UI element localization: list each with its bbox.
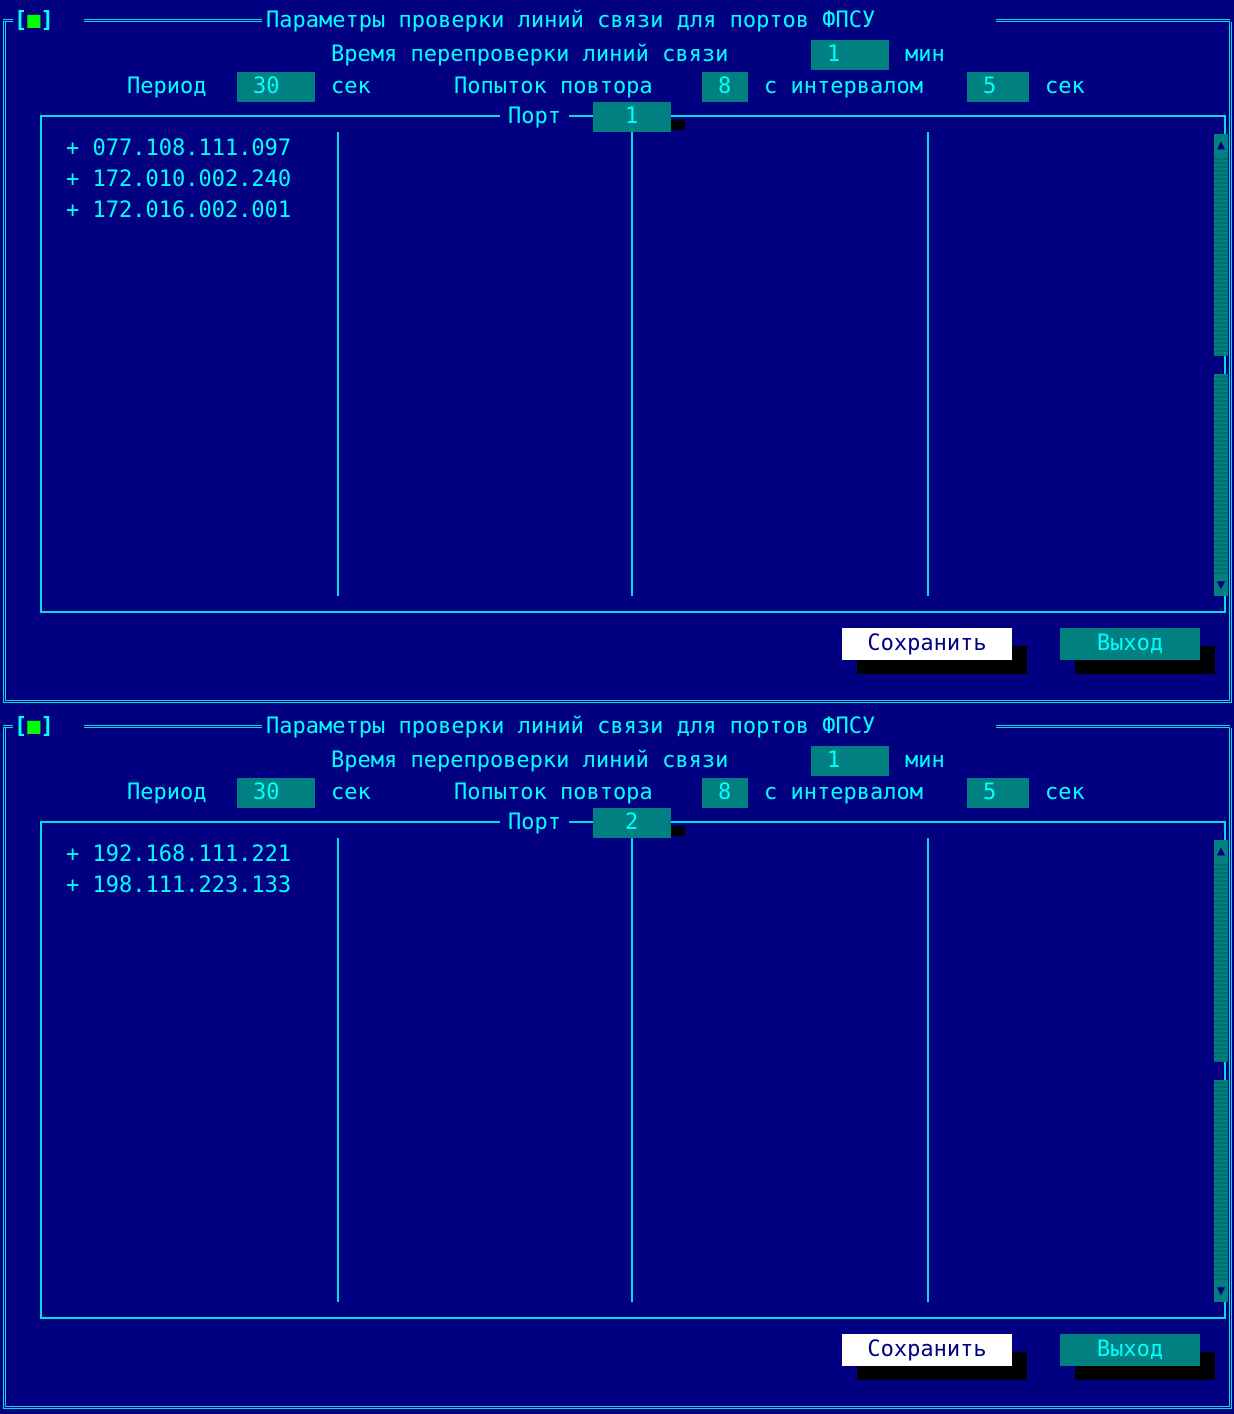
scrollbar-track[interactable] (1214, 374, 1228, 574)
period-input[interactable]: 30 (237, 72, 315, 102)
recheck-input[interactable]: 1 (811, 746, 889, 776)
scrollbar-track[interactable] (1214, 156, 1228, 356)
interval-label: с интервалом (764, 74, 923, 99)
list-item[interactable]: + 172.016.002.001 (66, 195, 291, 226)
column-divider (631, 838, 633, 1302)
period-unit: сек (331, 74, 371, 99)
title-rule-right (996, 725, 1230, 728)
port-input-shadow (671, 826, 685, 836)
port-input[interactable]: 1 (593, 102, 671, 132)
recheck-label: Время перепроверки линий связи (331, 748, 729, 773)
interval-label: с интервалом (764, 780, 923, 805)
title-rule-middle (84, 725, 262, 728)
port-label: Порт (500, 102, 569, 132)
column-divider (927, 132, 929, 596)
retries-label: Попыток повтора (454, 780, 653, 805)
title-rule-right (996, 19, 1230, 22)
port-label: Порт (500, 808, 569, 838)
close-box-icon[interactable]: [■] (14, 712, 54, 742)
interval-input[interactable]: 5 (967, 72, 1029, 102)
port-input-shadow (671, 120, 685, 130)
interval-input[interactable]: 5 (967, 778, 1029, 808)
recheck-unit: мин (905, 748, 945, 773)
column-divider (337, 838, 339, 1302)
scrollbar-track[interactable] (1214, 862, 1228, 1062)
exit-button[interactable]: Выход (1060, 1334, 1200, 1366)
period-label: Период (127, 74, 207, 99)
title-rule-left (3, 725, 13, 728)
retries-input[interactable]: 8 (702, 778, 748, 808)
dialog-port-1: [■] Параметры проверки линий связи для п… (0, 0, 1234, 706)
port-input[interactable]: 2 (593, 808, 671, 838)
period-input[interactable]: 30 (237, 778, 315, 808)
period-unit: сек (331, 780, 371, 805)
interval-unit: сек (1045, 74, 1085, 99)
column-divider (927, 838, 929, 1302)
scroll-up-arrow-icon[interactable]: ▲ (1214, 840, 1228, 862)
column-divider (337, 132, 339, 596)
dialog-title: Параметры проверки линий связи для порто… (266, 714, 876, 739)
list-item[interactable]: + 077.108.111.097 (66, 133, 291, 164)
scroll-down-arrow-icon[interactable]: ▼ (1214, 574, 1228, 596)
scroll-up-arrow-icon[interactable]: ▲ (1214, 134, 1228, 156)
period-label: Период (127, 780, 207, 805)
close-box-icon[interactable]: [■] (14, 6, 54, 36)
list-item[interactable]: + 172.010.002.240 (66, 164, 291, 195)
exit-button[interactable]: Выход (1060, 628, 1200, 660)
title-rule-left (3, 19, 13, 22)
dialog-title: Параметры проверки линий связи для порто… (266, 8, 876, 33)
retries-label: Попыток повтора (454, 74, 653, 99)
retries-input[interactable]: 8 (702, 72, 748, 102)
dialog-port-2: [■] Параметры проверки линий связи для п… (0, 706, 1234, 1412)
recheck-input[interactable]: 1 (811, 40, 889, 70)
recheck-unit: мин (905, 42, 945, 67)
title-rule-middle (84, 19, 262, 22)
scrollbar-track[interactable] (1214, 1080, 1228, 1280)
list-item[interactable]: + 192.168.111.221 (66, 839, 291, 870)
recheck-label: Время перепроверки линий связи (331, 42, 729, 67)
scroll-down-arrow-icon[interactable]: ▼ (1214, 1280, 1228, 1302)
interval-unit: сек (1045, 780, 1085, 805)
list-item[interactable]: + 198.111.223.133 (66, 870, 291, 901)
save-button[interactable]: Сохранить (842, 1334, 1012, 1366)
column-divider (631, 132, 633, 596)
save-button[interactable]: Сохранить (842, 628, 1012, 660)
